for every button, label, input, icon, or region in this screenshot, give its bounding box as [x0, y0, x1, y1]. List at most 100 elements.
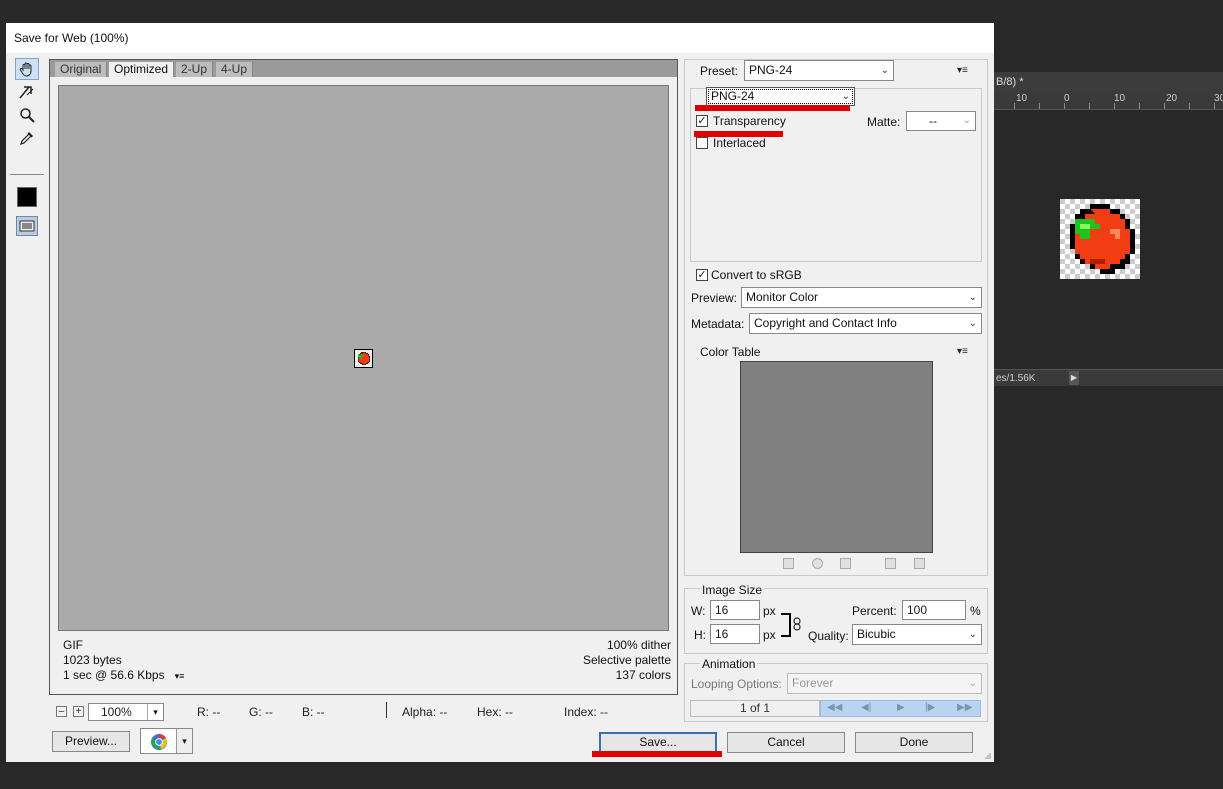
chevron-down-icon: ⌄ — [962, 115, 971, 126]
frame-counter: 1 of 1 — [690, 700, 820, 717]
chevron-down-icon: ⌄ — [968, 629, 977, 640]
document-tab[interactable]: B/8) * — [994, 72, 1223, 92]
tab-original[interactable]: Original — [55, 62, 108, 77]
readout-index: Index: -- — [564, 705, 609, 719]
last-frame-icon[interactable]: ▶▶ — [957, 702, 972, 713]
toolbar-divider — [10, 174, 44, 175]
red-highlight-save — [592, 751, 722, 757]
chevron-down-icon: ⌄ — [968, 318, 977, 329]
matte-select[interactable]: -- ⌄ — [906, 111, 976, 131]
readout-hex: Hex: -- — [477, 705, 513, 719]
first-frame-icon[interactable]: ◀◀ — [827, 702, 842, 713]
metadata-select[interactable]: Copyright and Contact Info ⌄ — [749, 313, 982, 334]
file-format-select[interactable]: PNG-24 ⌄ — [706, 87, 855, 106]
slice-select-tool-icon[interactable] — [15, 81, 39, 103]
width-unit: px — [763, 604, 776, 618]
zoom-tool-icon[interactable] — [15, 104, 39, 126]
matte-value: -- — [929, 114, 937, 128]
save-button[interactable]: Save... — [599, 732, 717, 753]
eyedropper-tool-icon[interactable] — [15, 127, 39, 149]
web-shift-icon[interactable] — [812, 558, 823, 569]
zoom-level-select[interactable]: 100% ▾ — [88, 703, 164, 721]
trash-icon[interactable] — [914, 558, 925, 569]
preview-in-browser-button[interactable]: Preview... — [52, 731, 130, 752]
preset-value: PNG-24 — [749, 63, 793, 77]
width-input[interactable]: 16 — [710, 600, 760, 620]
status-arrow-icon[interactable]: ▶ — [1069, 371, 1079, 385]
optimize-menu-icon[interactable]: ▾≡ — [957, 65, 968, 76]
metadata-value: Copyright and Contact Info — [754, 316, 897, 330]
tab-2-up[interactable]: 2-Up — [176, 62, 214, 77]
file-format-value: PNG-24 — [711, 89, 755, 103]
red-highlight-format — [695, 105, 850, 111]
done-button[interactable]: Done — [855, 732, 973, 753]
resample-quality-select[interactable]: Bicubic ⌄ — [852, 624, 982, 645]
link-icon[interactable] — [793, 617, 801, 631]
colors-count: 137 colors — [615, 668, 671, 682]
save-for-web-dialog: Save for Web (100%) Original Optimized 2… — [6, 23, 994, 762]
file-size: 1023 bytes — [63, 653, 122, 667]
hand-tool-icon[interactable] — [15, 58, 39, 80]
next-frame-icon[interactable]: |▶ — [925, 702, 935, 713]
previous-frame-icon[interactable]: ◀| — [861, 702, 871, 713]
ruler-label: 10 — [1114, 93, 1126, 104]
percent-input[interactable]: 100 — [902, 600, 966, 620]
quality-label: Quality: — [808, 629, 849, 643]
optimized-preview-canvas[interactable] — [58, 85, 669, 631]
file-format: GIF — [63, 638, 83, 652]
convert-srgb-checkbox[interactable]: ✓ — [696, 269, 708, 281]
metadata-label: Metadata: — [691, 317, 745, 331]
view-tabs: Original Optimized 2-Up 4-Up — [50, 60, 677, 77]
looping-options-select[interactable]: Forever ⌄ — [787, 673, 982, 694]
looping-value: Forever — [792, 676, 834, 690]
browser-icon — [151, 733, 167, 750]
image-size-title: Image Size — [700, 583, 765, 597]
new-color-icon[interactable] — [885, 558, 896, 569]
looping-options-label: Looping Options: — [691, 677, 782, 691]
interlaced-checkbox[interactable] — [696, 137, 708, 149]
strawberry-preview-thumbnail — [354, 349, 373, 368]
status-text: es/1.56K — [996, 373, 1036, 384]
zoom-level-value: 100% — [101, 705, 132, 719]
preview-color-value: Monitor Color — [746, 290, 819, 304]
download-speed-menu-icon[interactable]: ▾≡ — [175, 669, 185, 684]
interlaced-label: Interlaced — [713, 136, 766, 150]
color-table-menu-icon[interactable]: ▾≡ — [957, 346, 968, 357]
color-table-swatches[interactable] — [740, 361, 933, 553]
color-table-title: Color Table — [700, 345, 761, 359]
preset-select[interactable]: PNG-24 ⌄ — [744, 60, 894, 81]
tools-panel — [6, 53, 48, 762]
resize-grip-icon[interactable] — [984, 752, 992, 760]
toggle-slices-visibility-icon[interactable] — [16, 216, 38, 236]
transparency-checkbox[interactable]: ✓ — [696, 115, 708, 127]
chevron-down-icon: ▾ — [147, 704, 163, 720]
browser-select[interactable]: ▾ — [140, 728, 193, 754]
dialog-title: Save for Web (100%) — [6, 23, 994, 53]
quality-value: Bicubic — [857, 627, 896, 641]
preset-label: Preset: — [700, 64, 739, 78]
chevron-down-icon: ⌄ — [841, 91, 850, 102]
cancel-button[interactable]: Cancel — [727, 732, 845, 753]
preview-panel: Original Optimized 2-Up 4-Up GIF 1023 by… — [49, 59, 678, 695]
lock-color-icon[interactable] — [840, 558, 851, 569]
zoom-out-button[interactable]: – — [56, 706, 67, 717]
transparency-label: Transparency — [713, 114, 786, 128]
percent-unit: % — [970, 604, 981, 618]
zoom-in-button[interactable]: + — [73, 706, 84, 717]
height-input[interactable]: 16 — [710, 624, 760, 644]
width-label: W: — [691, 604, 706, 618]
tab-4-up[interactable]: 4-Up — [216, 62, 254, 77]
tab-optimized[interactable]: Optimized — [109, 62, 175, 77]
play-icon[interactable]: ▶ — [897, 702, 905, 713]
optimized-info-left: GIF 1023 bytes 1 sec @ 56.6 Kbps ▾≡ — [63, 638, 184, 684]
dither-value: 100% dither — [606, 638, 671, 652]
animation-title: Animation — [700, 657, 758, 671]
constrain-bracket — [781, 613, 791, 637]
chevron-down-icon: ⌄ — [880, 65, 889, 76]
chevron-down-icon: ⌄ — [968, 292, 977, 303]
map-to-transparent-icon[interactable] — [783, 558, 794, 569]
readout-divider — [386, 702, 387, 718]
eyedropper-color-swatch[interactable] — [17, 187, 37, 207]
ruler-label: 20 — [1166, 93, 1178, 104]
preview-color-select[interactable]: Monitor Color ⌄ — [741, 287, 982, 308]
